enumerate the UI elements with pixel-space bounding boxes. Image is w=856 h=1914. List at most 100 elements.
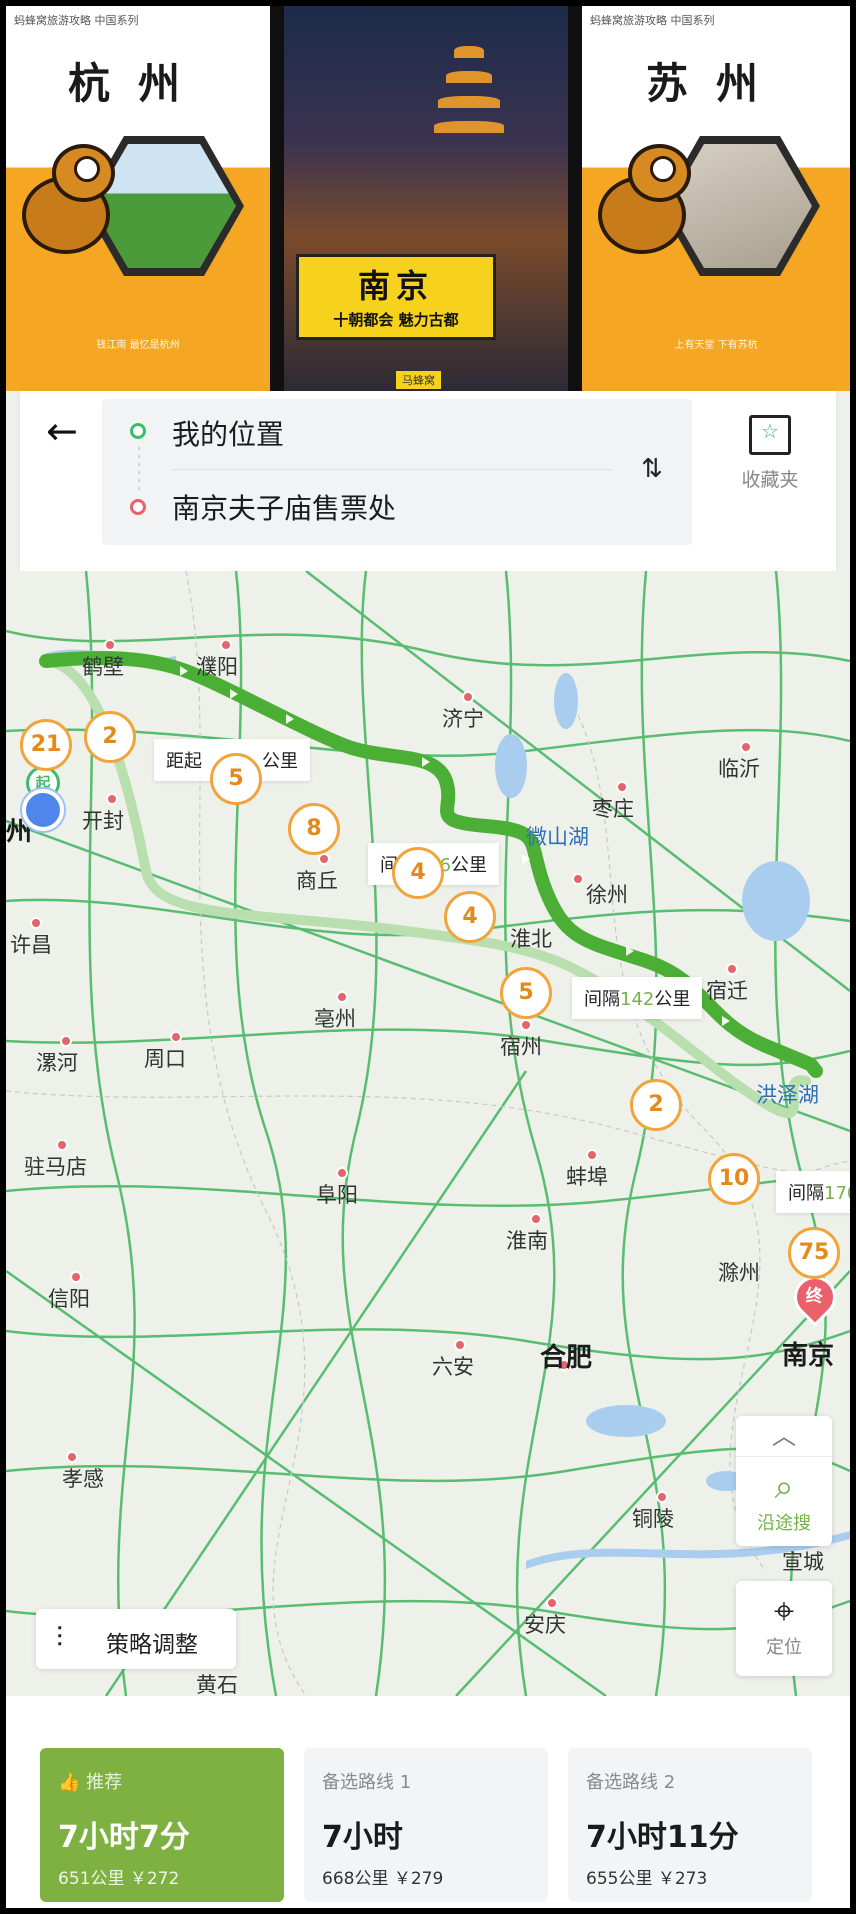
city-label: 商丘 <box>296 869 338 893</box>
poi-count-bubble[interactable]: 4 <box>392 847 444 899</box>
route-tag: 👍 推荐 <box>58 1772 123 1793</box>
poi-count-bubble[interactable]: 2 <box>84 711 136 763</box>
callout-unit: 公里 <box>450 855 487 876</box>
poster-brand: 蚂蜂窝旅游攻略 中国系列 <box>14 14 139 27</box>
city-marker <box>454 1339 466 1351</box>
city-marker <box>530 1213 542 1225</box>
route-time: 7小时7分 <box>58 1820 190 1855</box>
route-distance: 655公里 <box>586 1869 653 1889</box>
lake-label: 微山湖 <box>526 825 589 849</box>
city-label: 鹤壁 <box>82 655 124 679</box>
city-label: 临沂 <box>718 757 760 781</box>
city-label: 合肥 <box>540 1343 593 1373</box>
city-label: 六安 <box>432 1355 474 1379</box>
back-arrow-icon[interactable]: ← <box>46 411 90 455</box>
poi-count-bubble[interactable]: 2 <box>630 1079 682 1131</box>
ad-banner[interactable]: 蚂蜂窝旅游攻略 中国系列 杭州 钱江南 最忆是杭州 南京 十朝都会 魅力古都 马… <box>6 6 850 391</box>
poi-count-bubble[interactable]: 10 <box>708 1153 760 1205</box>
city-marker <box>70 1271 82 1283</box>
city-label: 周口 <box>144 1047 186 1071</box>
city-marker <box>520 1019 532 1031</box>
route-card-alt-1[interactable]: 备选路线 1 7小时 668公里 ￥279 <box>304 1748 548 1902</box>
callout-number: 142 <box>620 989 655 1010</box>
my-location-icon[interactable] <box>22 789 64 831</box>
callout-prefix: 距起 <box>166 751 202 772</box>
poster-nanjing[interactable]: 南京 十朝都会 魅力古都 马蜂窝 <box>284 6 568 391</box>
poster-title: 南京 <box>357 267 434 305</box>
city-marker <box>318 853 330 865</box>
poster-hangzhou[interactable]: 蚂蜂窝旅游攻略 中国系列 杭州 钱江南 最忆是杭州 <box>6 6 270 391</box>
route-distance: 668公里 <box>322 1869 389 1889</box>
city-marker <box>104 639 116 651</box>
city-marker <box>106 793 118 805</box>
map-view[interactable]: 鹤壁 濮阳 济宁 临沂 开封 枣庄 微山湖 商丘 徐州 许昌 淮北 宿迁 亳州 … <box>6 571 850 1696</box>
city-label: 开封 <box>82 809 124 833</box>
origin-dot-icon <box>130 423 146 439</box>
city-label: 南京 <box>782 1341 835 1371</box>
poi-count-bubble[interactable]: 4 <box>444 891 496 943</box>
route-options: 👍 推荐 7小时7分 651公里 ￥272 备选路线 1 7小时 668公里 ￥… <box>6 1696 850 1908</box>
poster-title: 苏州 <box>645 59 786 108</box>
chevron-up-icon[interactable]: ︿ <box>736 1416 832 1457</box>
strategy-adjust-button[interactable]: ⫶ 策略调整 <box>36 1609 236 1669</box>
search-person-icon: ⌕ <box>774 1467 794 1507</box>
route-connector <box>138 447 140 491</box>
callout-prefix: 间隔 <box>584 989 620 1010</box>
poster-title: 杭州 <box>67 59 208 108</box>
route-meta: 651公里 ￥272 <box>58 1864 179 1889</box>
sliders-icon: ⫶ <box>56 1621 64 1654</box>
city-marker <box>462 691 474 703</box>
city-label: 宿迁 <box>706 979 748 1003</box>
city-marker <box>336 1167 348 1179</box>
city-marker <box>220 639 232 651</box>
poster-tag: 马蜂窝 <box>396 371 441 389</box>
city-marker <box>586 1149 598 1161</box>
locate-button[interactable]: ⌖ 定位 <box>736 1581 832 1676</box>
origin-field[interactable]: 我的位置 <box>172 413 284 453</box>
search-along-route-button[interactable]: ︿ ⌕ 沿途搜 <box>736 1416 832 1546</box>
poi-count-bubble[interactable]: 8 <box>288 803 340 855</box>
city-label: 孝感 <box>62 1467 104 1491</box>
route-card-recommended[interactable]: 👍 推荐 7小时7分 651公里 ￥272 <box>40 1748 284 1902</box>
city-marker <box>60 1035 72 1047</box>
favorites-button[interactable]: 收藏夹 <box>720 415 820 492</box>
callout-prefix: 间隔 <box>788 1183 824 1204</box>
bee-mascot-icon <box>588 136 698 256</box>
city-marker <box>726 963 738 975</box>
poi-count-bubble[interactable]: 5 <box>210 753 262 805</box>
distance-callout: 间隔170 <box>776 1171 850 1213</box>
pagoda-icon <box>434 26 504 136</box>
city-label: 蚌埠 <box>566 1165 608 1189</box>
city-label: 驻马店 <box>24 1155 87 1179</box>
route-time: 7小时11分 <box>586 1820 739 1855</box>
route-header: ← 我的位置 南京夫子庙售票处 ⇅ 收藏夹 <box>20 391 836 571</box>
swap-icon[interactable]: ⇅ <box>632 449 672 489</box>
route-card-alt-2[interactable]: 备选路线 2 7小时11分 655公里 ￥273 <box>568 1748 812 1902</box>
city-label: 济宁 <box>442 707 484 731</box>
poster-sign: 南京 十朝都会 魅力古都 <box>296 254 496 340</box>
callout-number: 170 <box>824 1183 850 1204</box>
route-tag-label: 推荐 <box>86 1772 123 1793</box>
destination-dot-icon <box>130 499 146 515</box>
route-cost: ￥273 <box>657 1869 708 1889</box>
city-marker <box>572 873 584 885</box>
route-distance: 651公里 <box>58 1869 125 1889</box>
lake-label: 洪泽湖 <box>756 1083 819 1107</box>
locate-label: 定位 <box>766 1637 802 1658</box>
route-tag-label: 备选路线 1 <box>322 1772 412 1793</box>
end-marker-label: 终 <box>805 1286 823 1307</box>
callout-unit: 公里 <box>262 751 298 772</box>
poster-brand: 蚂蜂窝旅游攻略 中国系列 <box>590 14 715 27</box>
city-label: 淮北 <box>510 927 552 951</box>
destination-field[interactable]: 南京夫子庙售票处 <box>172 487 396 527</box>
poi-count-bubble[interactable]: 21 <box>20 719 72 771</box>
city-label: 宿州 <box>500 1035 542 1059</box>
strategy-label: 策略调整 <box>106 1632 198 1658</box>
divider <box>172 469 612 470</box>
poster-suzhou[interactable]: 蚂蜂窝旅游攻略 中国系列 苏州 上有天堂 下有苏杭 <box>582 6 850 391</box>
city-marker <box>336 991 348 1003</box>
city-marker <box>546 1597 558 1609</box>
poi-count-bubble[interactable]: 75 <box>788 1227 840 1279</box>
poi-count-bubble[interactable]: 5 <box>500 967 552 1019</box>
city-marker <box>616 781 628 793</box>
